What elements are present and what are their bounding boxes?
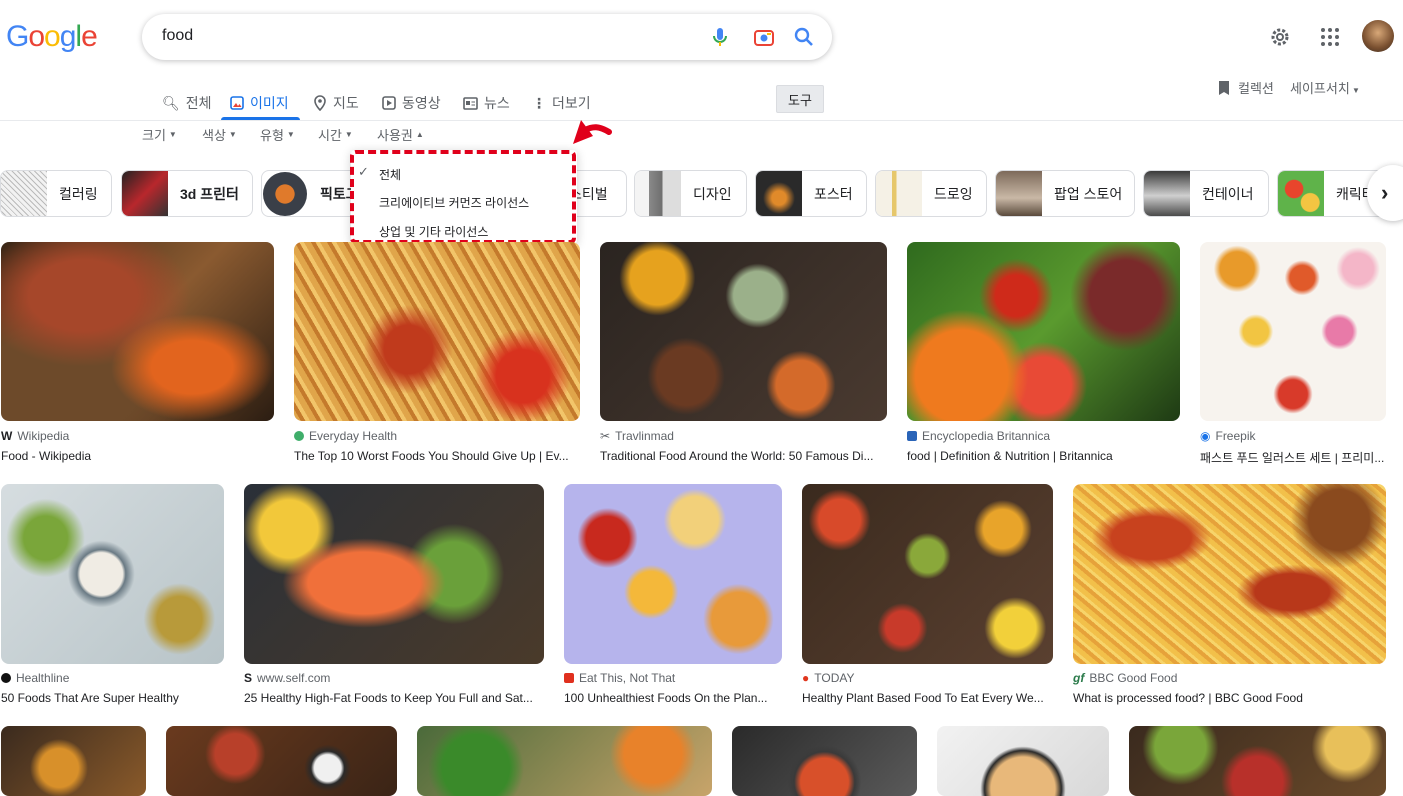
caret-down-icon: ▼ [168, 130, 177, 139]
result-title[interactable]: 25 Healthy High-Fat Foods to Keep You Fu… [244, 691, 544, 705]
tab-images[interactable]: 이미지 [230, 88, 289, 118]
result-image[interactable] [907, 242, 1180, 421]
image-icon [230, 96, 244, 110]
caret-up-icon: ▲ [415, 130, 424, 139]
chip-thumbnail [1144, 171, 1190, 216]
caret-down-icon: ▼ [286, 130, 295, 139]
tab-videos[interactable]: 동영상 [382, 88, 441, 118]
filter-size[interactable]: 크기 ▼ [142, 125, 177, 144]
result-image[interactable] [1073, 484, 1386, 664]
chip-thumbnail [1, 171, 47, 216]
chip-design[interactable]: 디자인 [634, 170, 747, 217]
everyday-health-icon [294, 431, 304, 441]
result-image[interactable] [802, 484, 1053, 664]
chip-3d-printer[interactable]: 3d 프린터 [121, 170, 253, 217]
result-image[interactable] [294, 242, 580, 421]
chevron-right-icon: › [1381, 180, 1389, 205]
news-icon [463, 96, 478, 110]
collection-link[interactable]: 컬렉션 [1218, 78, 1274, 97]
camera-icon[interactable] [752, 25, 776, 49]
tab-maps[interactable]: 지도 [313, 88, 359, 118]
chip-popup-store[interactable]: 팝업 스토어 [995, 170, 1135, 217]
result-image[interactable] [564, 484, 782, 664]
self-icon: S [244, 671, 253, 685]
bookmark-icon [1219, 80, 1229, 95]
result-image[interactable] [1200, 242, 1386, 421]
avatar[interactable] [1362, 20, 1394, 52]
google-logo[interactable]: Google [6, 20, 98, 54]
pin-icon [314, 95, 326, 111]
search-icon[interactable] [792, 25, 816, 49]
bbc-good-food-icon: gf [1073, 671, 1085, 685]
result-title[interactable]: Traditional Food Around the World: 50 Fa… [600, 449, 887, 463]
tab-all[interactable]: 🔍︎ 전체 [162, 88, 212, 118]
filter-time[interactable]: 시간 ▼ [318, 125, 353, 144]
result-image[interactable] [1, 242, 274, 421]
caret-down-icon: ▼ [1349, 86, 1360, 95]
license-option-cc[interactable]: 크리에이티브 커먼즈 라이선스 [379, 194, 529, 211]
settings-icon[interactable] [1268, 25, 1292, 49]
more-icon: ⋮ [532, 94, 546, 111]
filter-color[interactable]: 색상 ▼ [202, 125, 237, 144]
search-box[interactable]: food [142, 14, 832, 60]
chip-poster[interactable]: 포스터 [755, 170, 867, 217]
result-image[interactable] [244, 484, 544, 664]
chip-thumbnail [876, 171, 922, 216]
play-icon [382, 96, 396, 110]
eat-this-icon [564, 673, 574, 683]
result-image[interactable] [1, 484, 224, 664]
freepik-icon: ◉ [1200, 429, 1211, 443]
search-input[interactable]: food [162, 27, 193, 45]
today-icon: ● [802, 671, 810, 685]
chip-thumbnail [996, 171, 1042, 216]
healthline-icon [1, 673, 11, 683]
chip-thumbnail [122, 171, 168, 216]
annotation-arrow-icon [573, 120, 612, 144]
result-title[interactable]: What is processed food? | BBC Good Food [1073, 691, 1386, 705]
caret-down-icon: ▼ [344, 130, 353, 139]
result-title[interactable]: Food - Wikipedia [1, 449, 274, 463]
chip-container[interactable]: 컨테이너 [1143, 170, 1269, 217]
mic-icon[interactable] [708, 25, 732, 49]
result-title[interactable]: Healthy Plant Based Food To Eat Every We… [802, 691, 1053, 705]
apps-icon[interactable] [1320, 27, 1340, 47]
result-title[interactable]: food | Definition & Nutrition | Britanni… [907, 449, 1180, 463]
chip-thumbnail [756, 171, 802, 216]
travlinmad-icon: ✂ [600, 429, 611, 443]
filter-license[interactable]: 사용권 ▲ [377, 125, 424, 144]
tools-button[interactable]: 도구 [776, 85, 824, 113]
license-option-commercial[interactable]: 상업 및 기타 라이선스 [379, 223, 488, 240]
britannica-icon [907, 431, 917, 441]
divider [0, 120, 1403, 121]
chip-thumbnail [1278, 171, 1324, 216]
result-title[interactable]: 패스트 푸드 일러스트 세트 | 프리미... [1200, 449, 1386, 466]
chip-coloring[interactable]: 컬러링 [0, 170, 112, 217]
license-dropdown: ✓ 전체 크리에이티브 커먼즈 라이선스 상업 및 기타 라이선스 [351, 150, 577, 244]
chip-drawing[interactable]: 드로잉 [875, 170, 987, 217]
filter-type[interactable]: 유형 ▼ [260, 125, 295, 144]
license-option-all[interactable]: 전체 [379, 166, 401, 183]
result-image[interactable] [600, 242, 887, 421]
result-title[interactable]: 100 Unhealthiest Foods On the Plan... [564, 691, 782, 705]
safesearch-menu[interactable]: 세이프서치 ▼ [1290, 78, 1360, 97]
search-icon: 🔍︎ [162, 94, 180, 111]
result-title[interactable]: 50 Foods That Are Super Healthy [1, 691, 224, 705]
chip-thumbnail [262, 171, 308, 216]
chip-thumbnail [635, 171, 681, 216]
wikipedia-icon: W [1, 429, 13, 443]
check-icon: ✓ [358, 164, 369, 179]
result-title[interactable]: The Top 10 Worst Foods You Should Give U… [294, 449, 580, 463]
tab-news[interactable]: 뉴스 [463, 88, 510, 118]
caret-down-icon: ▼ [228, 130, 237, 139]
chip-pictogram[interactable]: 픽토그 [261, 170, 361, 217]
